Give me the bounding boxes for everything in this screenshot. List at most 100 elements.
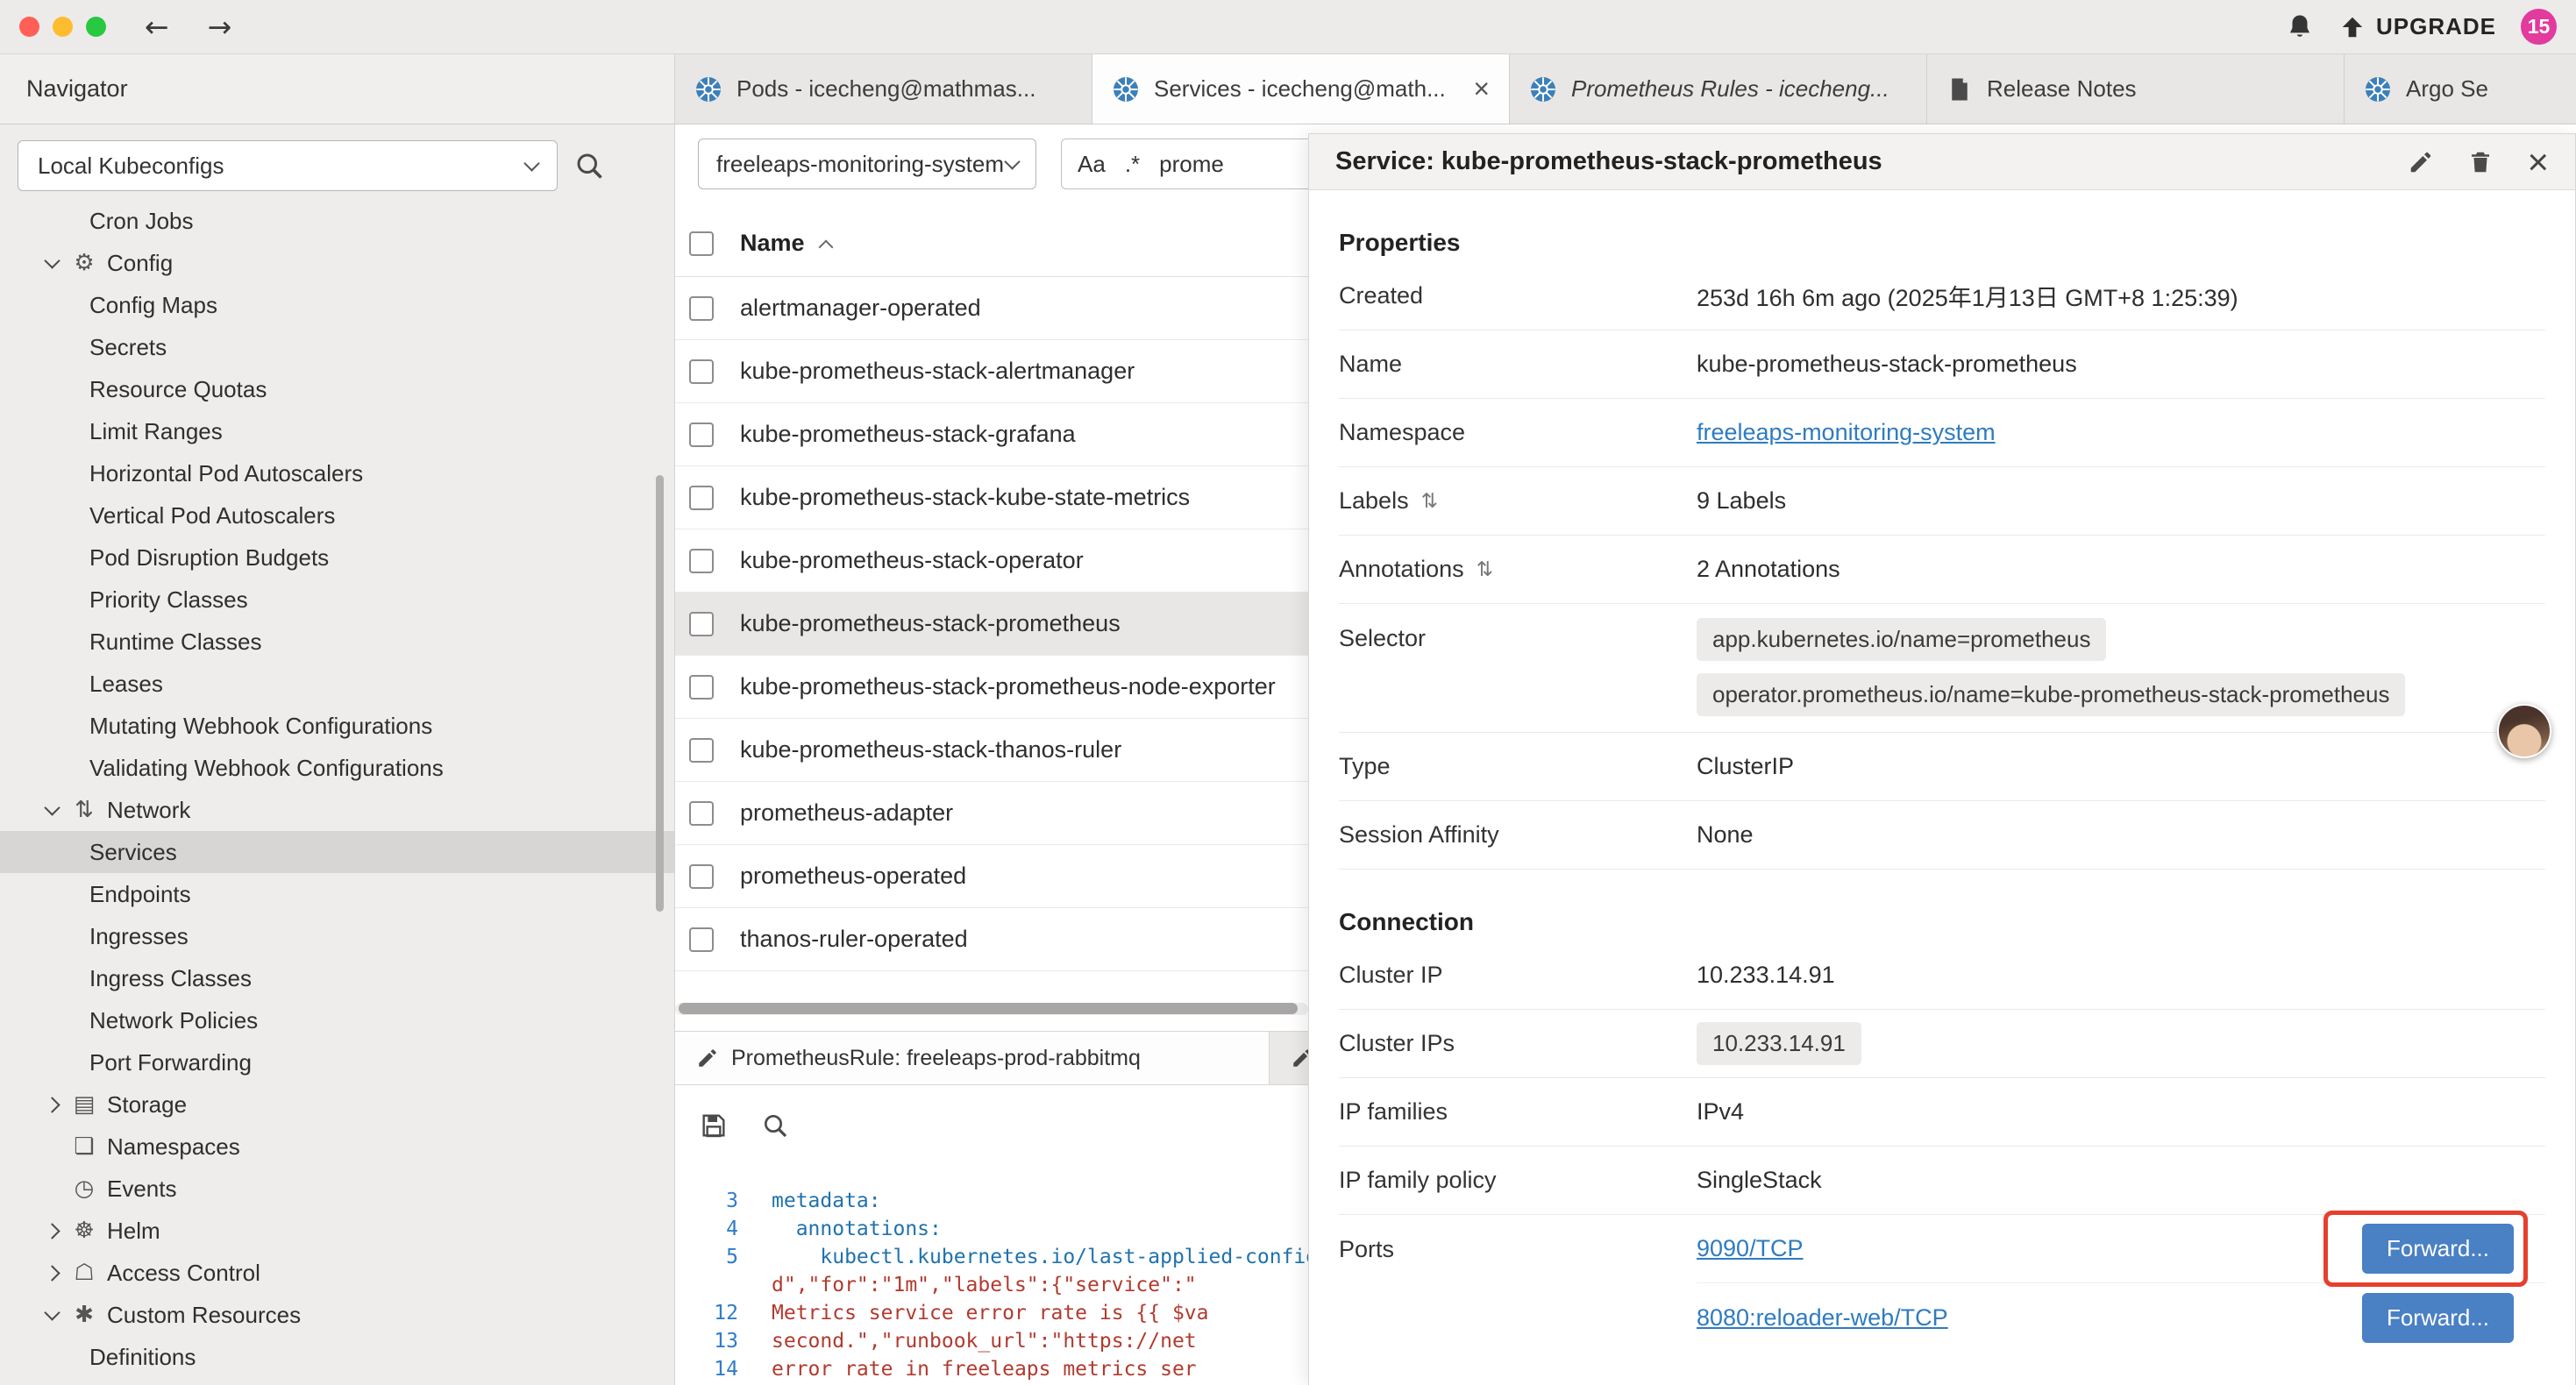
notifications-bell-icon[interactable] bbox=[2285, 12, 2315, 42]
sidebar-item-runtime-classes[interactable]: Runtime Classes bbox=[0, 621, 674, 663]
property-label: Cluster IP bbox=[1339, 962, 1697, 989]
namespace-link[interactable]: freeleaps-monitoring-system bbox=[1697, 419, 1996, 445]
edit-pencil-icon[interactable] bbox=[2408, 149, 2434, 175]
navigator-title: Navigator bbox=[0, 75, 128, 103]
sidebar-item-label: Config bbox=[107, 250, 173, 277]
sidebar-item-resource-quotas[interactable]: Resource Quotas bbox=[0, 368, 674, 410]
property-value: 10.233.14.91 bbox=[1697, 962, 2545, 989]
property-value: kube-prometheus-stack-prometheus bbox=[1697, 351, 2545, 378]
forward-button[interactable]: Forward... bbox=[2362, 1224, 2514, 1274]
sidebar-item-storage[interactable]: ▤Storage bbox=[0, 1083, 674, 1126]
row-checkbox[interactable] bbox=[689, 486, 714, 510]
row-checkbox[interactable] bbox=[689, 675, 714, 700]
sidebar-item-port-forwarding[interactable]: Port Forwarding bbox=[0, 1041, 674, 1083]
sidebar-item-events[interactable]: ◷Events bbox=[0, 1168, 674, 1210]
expand-toggle-icon[interactable]: ⇅ bbox=[1421, 490, 1438, 513]
tab-services[interactable]: Services - icecheng@math... × bbox=[1092, 54, 1510, 124]
sidebar-item-vertical-pod-autoscalers[interactable]: Vertical Pod Autoscalers bbox=[0, 494, 674, 536]
sidebar-scrollbar[interactable] bbox=[656, 475, 664, 912]
sidebar-item-limit-ranges[interactable]: Limit Ranges bbox=[0, 410, 674, 452]
close-window-button[interactable] bbox=[19, 17, 39, 37]
sidebar-item-cron-jobs[interactable]: Cron Jobs bbox=[0, 200, 674, 242]
tab-prometheus-rules[interactable]: Prometheus Rules - icecheng... bbox=[1510, 54, 1927, 124]
row-checkbox[interactable] bbox=[689, 801, 714, 826]
sidebar-item-network-policies[interactable]: Network Policies bbox=[0, 999, 674, 1041]
sidebar-item-pod-disruption-budgets[interactable]: Pod Disruption Budgets bbox=[0, 536, 674, 579]
port-link[interactable]: 8080:reloader-web/TCP bbox=[1697, 1304, 1948, 1332]
sidebar-item-config[interactable]: ⚙Config bbox=[0, 242, 674, 284]
close-tab-icon[interactable]: × bbox=[1473, 73, 1490, 105]
property-label: Labels bbox=[1339, 487, 1409, 515]
sidebar-item-definitions[interactable]: Definitions bbox=[0, 1336, 674, 1378]
line-number: 12 bbox=[675, 1299, 772, 1327]
regex-toggle[interactable]: .* bbox=[1125, 151, 1140, 178]
row-checkbox[interactable] bbox=[689, 296, 714, 321]
sidebar-item-config-maps[interactable]: Config Maps bbox=[0, 284, 674, 326]
service-name: kube-prometheus-stack-alertmanager bbox=[740, 358, 1135, 385]
property-row-labels: Labels⇅ 9 Labels bbox=[1339, 467, 2545, 536]
row-checkbox[interactable] bbox=[689, 359, 714, 384]
horizontal-scrollbar-thumb[interactable] bbox=[679, 1003, 1298, 1014]
sidebar-item-label: Mutating Webhook Configurations bbox=[89, 713, 432, 740]
kubeconfig-selector[interactable]: Local Kubeconfigs bbox=[18, 140, 558, 191]
sidebar-item-namespaces[interactable]: ❏Namespaces bbox=[0, 1126, 674, 1168]
sidebar-item-services[interactable]: Services bbox=[0, 831, 674, 873]
row-checkbox[interactable] bbox=[689, 612, 714, 636]
sidebar-item-network[interactable]: ⇅Network bbox=[0, 789, 674, 831]
namespace-filter-select[interactable]: freeleaps-monitoring-system bbox=[698, 138, 1036, 189]
tab-argo[interactable]: Argo Se bbox=[2345, 54, 2576, 124]
line-number: 13 bbox=[675, 1327, 772, 1355]
match-case-toggle[interactable]: Aa bbox=[1078, 151, 1106, 178]
sidebar-item-leases[interactable]: Leases bbox=[0, 663, 674, 705]
chevron-down-icon bbox=[39, 797, 65, 823]
close-drawer-icon[interactable]: × bbox=[2527, 144, 2549, 181]
horizontal-scrollbar[interactable] bbox=[675, 1003, 1308, 1015]
forward-nav-button[interactable]: → bbox=[208, 0, 232, 54]
sidebar-item-ingresses[interactable]: Ingresses bbox=[0, 915, 674, 957]
back-button[interactable]: ← bbox=[145, 0, 169, 54]
property-label: Cluster IPs bbox=[1339, 1030, 1697, 1057]
sidebar-item-horizontal-pod-autoscalers[interactable]: Horizontal Pod Autoscalers bbox=[0, 452, 674, 494]
row-checkbox[interactable] bbox=[689, 738, 714, 763]
expand-toggle-icon[interactable]: ⇅ bbox=[1477, 558, 1493, 581]
save-button[interactable] bbox=[700, 1112, 728, 1140]
user-avatar[interactable] bbox=[2497, 704, 2551, 758]
sidebar-item-priority-classes[interactable]: Priority Classes bbox=[0, 579, 674, 621]
notification-count-badge[interactable]: 15 bbox=[2521, 9, 2557, 45]
sidebar-search-icon[interactable] bbox=[573, 150, 605, 181]
delete-trash-icon[interactable] bbox=[2467, 149, 2494, 175]
dock-tab-prometheusrule[interactable]: PrometheusRule: freeleaps-prod-rabbitmq bbox=[675, 1032, 1270, 1084]
sidebar-item-custom-resources[interactable]: ✱Custom Resources bbox=[0, 1294, 674, 1336]
tab-release-notes[interactable]: Release Notes bbox=[1927, 54, 2345, 124]
property-value: 253d 16h 6m ago (2025年1月13日 GMT+8 1:25:3… bbox=[1697, 279, 2545, 313]
row-checkbox[interactable] bbox=[689, 549, 714, 573]
sort-ascending-icon[interactable] bbox=[818, 239, 833, 254]
row-checkbox[interactable] bbox=[689, 423, 714, 447]
select-all-checkbox[interactable] bbox=[689, 231, 714, 256]
sidebar-item-endpoints[interactable]: Endpoints bbox=[0, 873, 674, 915]
line-number: 3 bbox=[675, 1187, 772, 1215]
helm-icon: ☸ bbox=[68, 1218, 100, 1244]
upgrade-button[interactable]: UPGRADE bbox=[2339, 13, 2496, 40]
minimize-window-button[interactable] bbox=[53, 17, 73, 37]
sidebar-item-validating-webhook-configurations[interactable]: Validating Webhook Configurations bbox=[0, 747, 674, 789]
service-name: prometheus-operated bbox=[740, 863, 966, 890]
sidebar-item-ingress-classes[interactable]: Ingress Classes bbox=[0, 957, 674, 999]
service-name: kube-prometheus-stack-operator bbox=[740, 547, 1084, 574]
tab-pods[interactable]: Pods - icecheng@mathmas... bbox=[675, 54, 1092, 124]
row-checkbox[interactable] bbox=[689, 927, 714, 952]
port-link[interactable]: 9090/TCP bbox=[1697, 1235, 1804, 1262]
sidebar-item-access-control[interactable]: ☖Access Control bbox=[0, 1252, 674, 1294]
sidebar-item-secrets[interactable]: Secrets bbox=[0, 326, 674, 368]
forward-button[interactable]: Forward... bbox=[2362, 1293, 2514, 1343]
editor-search-icon[interactable] bbox=[761, 1112, 789, 1140]
sidebar-item-label: Runtime Classes bbox=[89, 629, 262, 656]
name-column-header[interactable]: Name bbox=[740, 230, 805, 257]
sidebar-item-helm[interactable]: ☸Helm bbox=[0, 1210, 674, 1252]
maximize-window-button[interactable] bbox=[86, 17, 106, 37]
navigator-tree: Cron Jobs ⚙Config Config Maps Secrets Re… bbox=[0, 200, 674, 1378]
sidebar-item-mutating-webhook-configurations[interactable]: Mutating Webhook Configurations bbox=[0, 705, 674, 747]
row-checkbox[interactable] bbox=[689, 864, 714, 889]
sidebar-item-label: Network Policies bbox=[89, 1007, 258, 1034]
property-row-annotations: Annotations⇅ 2 Annotations bbox=[1339, 536, 2545, 604]
